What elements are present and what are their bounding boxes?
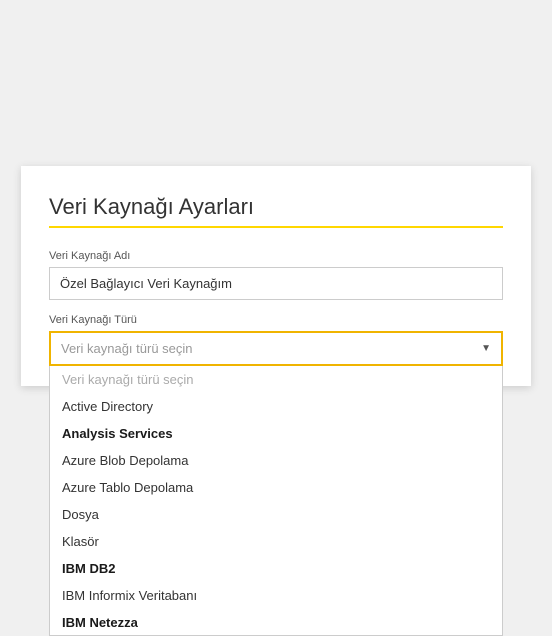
datasource-name-input[interactable] xyxy=(49,267,503,300)
list-item[interactable]: Klasör xyxy=(50,528,502,555)
dropdown-trigger[interactable]: Veri kaynağı türü seçin ▼ xyxy=(49,331,503,366)
settings-panel: Veri Kaynağı Ayarları Veri Kaynağı Adı V… xyxy=(21,166,531,386)
type-field-label: Veri Kaynağı Türü xyxy=(49,314,503,326)
list-item[interactable]: Azure Blob Depolama xyxy=(50,447,502,474)
chevron-down-icon: ▼ xyxy=(481,343,491,354)
dropdown-list: Veri kaynağı türü seçinActive DirectoryA… xyxy=(49,366,503,636)
list-item[interactable]: IBM Informix Veritabanı xyxy=(50,582,502,609)
dropdown-placeholder-text: Veri kaynağı türü seçin xyxy=(61,341,193,356)
datasource-type-dropdown[interactable]: Veri kaynağı türü seçin ▼ Veri kaynağı t… xyxy=(49,331,503,366)
list-item[interactable]: Analysis Services xyxy=(50,420,502,447)
list-item[interactable]: Azure Tablo Depolama xyxy=(50,474,502,501)
list-item[interactable]: Active Directory xyxy=(50,393,502,420)
page-title: Veri Kaynağı Ayarları xyxy=(49,194,503,220)
list-item[interactable]: IBM DB2 xyxy=(50,555,502,582)
list-item[interactable]: Veri kaynağı türü seçin xyxy=(50,366,502,393)
list-item[interactable]: IBM Netezza xyxy=(50,609,502,636)
title-underline xyxy=(49,226,503,228)
name-field-label: Veri Kaynağı Adı xyxy=(49,250,503,262)
list-item[interactable]: Dosya xyxy=(50,501,502,528)
